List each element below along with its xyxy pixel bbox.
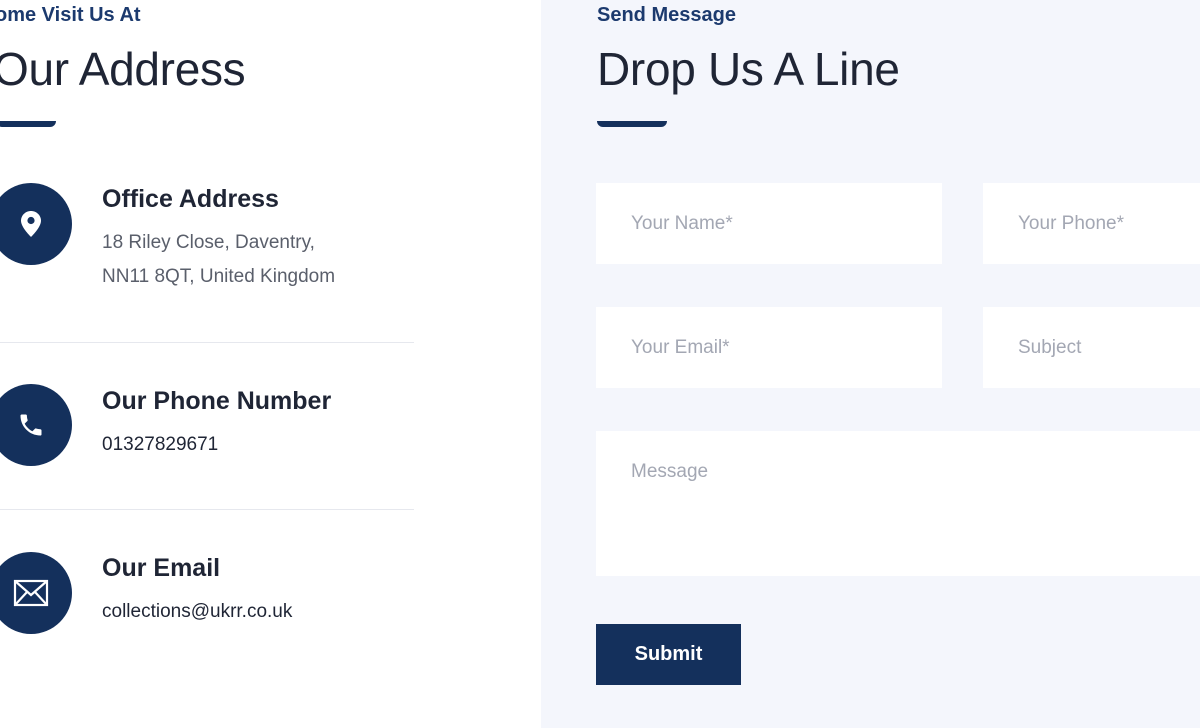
- map-pin-icon: [0, 183, 72, 265]
- section-eyebrow: Send Message: [597, 4, 736, 26]
- office-address-line-1: 18 Riley Close, Daventry,: [102, 232, 315, 253]
- message-textarea[interactable]: [596, 431, 1200, 576]
- title-underline: [597, 121, 667, 127]
- office-address-title: Office Address: [102, 185, 279, 213]
- email-input[interactable]: [596, 307, 942, 388]
- envelope-icon: [0, 552, 72, 634]
- title-underline: [0, 121, 56, 127]
- section-eyebrow: ome Visit Us At: [0, 4, 141, 26]
- contact-form-section: Send Message Drop Us A Line Submit: [541, 0, 1200, 728]
- info-divider: [0, 342, 414, 343]
- office-address-line-2: NN11 8QT, United Kingdom: [102, 266, 336, 287]
- info-divider: [0, 509, 414, 510]
- phone-icon: [0, 384, 72, 466]
- section-title: Drop Us A Line: [597, 43, 900, 95]
- subject-input[interactable]: [983, 307, 1200, 388]
- email-link[interactable]: collections@ukrr.co.uk: [102, 601, 292, 623]
- phone-number-link[interactable]: 01327829671: [102, 434, 218, 456]
- email-title: Our Email: [102, 554, 221, 582]
- phone-number-title: Our Phone Number: [102, 387, 332, 415]
- section-title: Our Address: [0, 43, 246, 95]
- contact-info-section: ome Visit Us At Our Address Office Addre…: [0, 0, 541, 728]
- name-input[interactable]: [596, 183, 942, 264]
- submit-button[interactable]: Submit: [596, 624, 741, 685]
- phone-input[interactable]: [983, 183, 1200, 264]
